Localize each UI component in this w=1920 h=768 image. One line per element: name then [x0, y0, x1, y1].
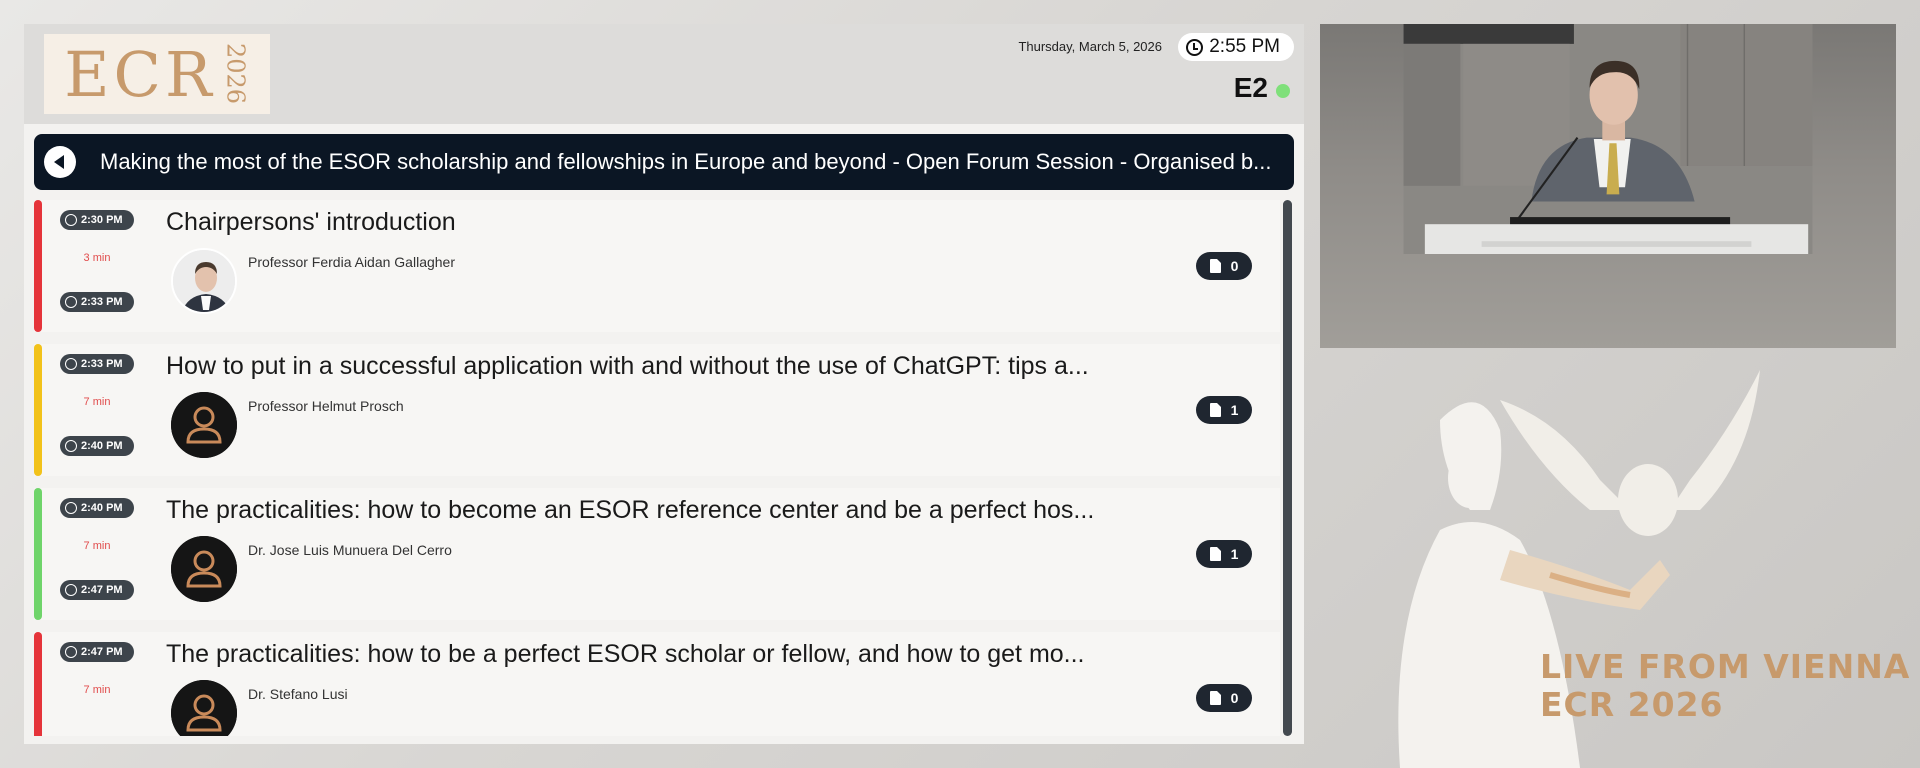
current-time: 2:55 PM [1178, 33, 1294, 61]
talk-status-bar [34, 200, 42, 332]
documents-count: 1 [1230, 546, 1239, 562]
room-label: E2 [1233, 72, 1268, 103]
talk-start-time-text: 2:40 PM [81, 502, 123, 514]
video-frame [1403, 24, 1813, 254]
clock-icon [65, 358, 77, 370]
talk-end-time: 2:40 PM [60, 436, 134, 456]
talk-title[interactable]: How to put in a successful application w… [166, 352, 1089, 381]
talk-status-bar [34, 488, 42, 620]
live-from-vienna-branding: LIVE FROM VIENNA ECR 2026 [1540, 648, 1910, 724]
logo-text: ECR [64, 37, 216, 111]
talk-start-time: 2:33 PM [60, 354, 134, 374]
clock-icon [65, 502, 77, 514]
clock-icon [65, 440, 77, 452]
current-time-text: 2:55 PM [1209, 36, 1280, 57]
talk-item[interactable]: 2:47 PM 7 min The practicalities: how to b… [34, 632, 1280, 736]
logo-year: 2026 [221, 43, 250, 105]
speaker-avatar [171, 680, 237, 736]
clock-icon [1186, 38, 1204, 56]
current-date: Thursday, March 5, 2026 [1018, 39, 1162, 54]
talk-end-time-text: 2:33 PM [81, 296, 123, 308]
documents-button[interactable]: 1 [1196, 396, 1252, 424]
talk-end-time-text: 2:47 PM [81, 584, 123, 596]
clock-icon [65, 584, 77, 596]
back-button[interactable] [44, 146, 76, 178]
document-icon [1209, 691, 1221, 705]
session-title: Making the most of the ESOR scholarship … [100, 149, 1272, 174]
documents-button[interactable]: 0 [1196, 684, 1252, 712]
documents-count: 1 [1230, 402, 1239, 418]
document-icon [1209, 259, 1221, 273]
speaker-name: Professor Helmut Prosch [248, 398, 404, 414]
talk-start-time-text: 2:47 PM [81, 646, 123, 658]
talk-title[interactable]: Chairpersons' introduction [166, 208, 456, 237]
talk-title[interactable]: The practicalities: how to become an ESO… [166, 496, 1094, 525]
documents-button[interactable]: 0 [1196, 252, 1252, 280]
documents-count: 0 [1230, 258, 1239, 274]
talk-item[interactable]: 2:40 PM 7 min 2:47 PM The practicalities: h… [34, 488, 1280, 620]
talk-status-bar [34, 632, 42, 736]
talk-duration: 7 min [83, 396, 111, 408]
talk-end-time: 2:47 PM [60, 580, 134, 600]
talk-duration: 3 min [83, 252, 111, 264]
talk-start-time: 2:40 PM [60, 498, 134, 518]
talk-list[interactable]: 2:30 PM 3 min 2:33 PM Chairpersons' introdu… [34, 200, 1284, 736]
talk-duration: 7 min [83, 540, 111, 552]
speaker-avatar [171, 248, 237, 314]
ecr-logo: ECR 2026 [44, 34, 270, 114]
talk-item[interactable]: 2:30 PM 3 min 2:33 PM Chairpersons' introdu… [34, 200, 1280, 332]
talk-end-time-text: 2:40 PM [81, 440, 123, 452]
speaker-avatar [171, 536, 237, 602]
speaker-name: Dr. Stefano Lusi [248, 686, 348, 702]
clock-icon [65, 646, 77, 658]
talk-start-time: 2:30 PM [60, 210, 134, 230]
room-status-indicator [1276, 84, 1290, 98]
clock-icon [65, 296, 77, 308]
back-arrow-icon [53, 155, 64, 169]
talk-status-bar [34, 344, 42, 476]
programme-panel: ECR 2026 Thursday, March 5, 2026 2:55 PM… [24, 24, 1304, 744]
talk-item[interactable]: 2:33 PM 7 min 2:40 PM How to put in a succe… [34, 344, 1280, 476]
talk-start-time-text: 2:33 PM [81, 358, 123, 370]
speaker-name: Dr. Jose Luis Munuera Del Cerro [248, 542, 452, 558]
document-icon [1209, 403, 1221, 417]
branding-line2: ECR 2026 [1540, 685, 1724, 724]
talk-list-scrollbar[interactable] [1283, 200, 1292, 736]
branding-line1: LIVE FROM VIENNA [1540, 647, 1911, 686]
talk-duration: 7 min [83, 684, 111, 696]
talk-end-time: 2:33 PM [60, 292, 134, 312]
documents-button[interactable]: 1 [1196, 540, 1252, 568]
session-title-bar: Making the most of the ESOR scholarship … [34, 134, 1294, 190]
talk-title[interactable]: The practicalities: how to be a perfect … [166, 640, 1085, 669]
panel-header: ECR 2026 Thursday, March 5, 2026 2:55 PM… [24, 24, 1304, 124]
documents-count: 0 [1230, 690, 1239, 706]
speaker-video [1320, 24, 1896, 348]
talk-start-time: 2:47 PM [60, 642, 134, 662]
document-icon [1209, 547, 1221, 561]
speaker-avatar [171, 392, 237, 458]
talk-start-time-text: 2:30 PM [81, 214, 123, 226]
speaker-name: Professor Ferdia Aidan Gallagher [248, 254, 455, 270]
clock-icon [65, 214, 77, 226]
